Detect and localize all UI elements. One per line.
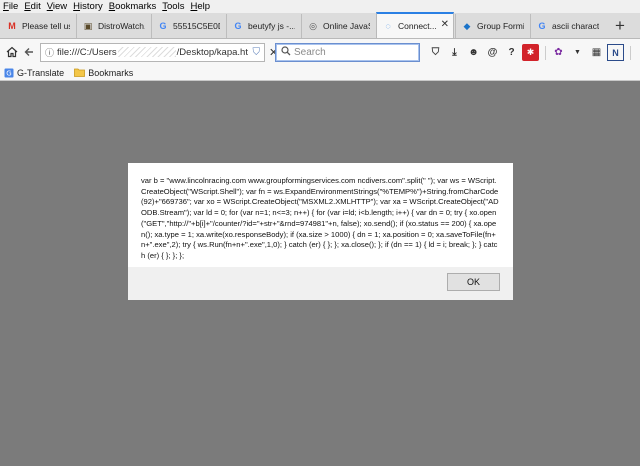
google-icon: G [538, 21, 546, 31]
tab-label: 55515C5E0D... [173, 21, 220, 31]
tab[interactable]: Gbeutyfy js -... [226, 14, 300, 38]
tracking-shield-icon[interactable]: ⛉ [253, 47, 261, 58]
red-extension-icon[interactable]: ✱ [522, 44, 539, 61]
back-icon[interactable] [19, 42, 39, 62]
search-bar[interactable] [275, 43, 420, 62]
alert-body: var b = "www.lincolnracing.com www.group… [128, 163, 513, 267]
pocket-icon[interactable]: ⛉ [427, 44, 444, 61]
tab[interactable]: Gascii charact... [530, 14, 604, 38]
tab[interactable]: G 55515C5E0D... [151, 14, 225, 38]
url-text: file:///C:/Users/Desktop/kapa.ht [57, 47, 248, 58]
google-icon: G [159, 21, 167, 31]
distrowatch-icon: ▣ [83, 20, 93, 31]
google-icon: G [234, 21, 242, 31]
toolbar-icons: ⛉ ⤓ ☻ @ ? ✱ ✿ ▼ ▦ N ≡ [427, 43, 640, 62]
tab[interactable]: M Please tell us... [1, 14, 75, 38]
tab-label: beutyfy js -... [248, 21, 295, 31]
grid-icon[interactable]: ▦ [588, 44, 605, 61]
tab-strip: M Please tell us... ▣ DistroWatch.... G 55515… [0, 12, 640, 39]
loading-icon: ◌ [385, 21, 391, 31]
new-tab-icon[interactable]: + [609, 14, 631, 38]
tab-label: Connect... [398, 21, 437, 31]
bookmark-label: Bookmarks [88, 67, 134, 78]
tab-label: Online JavaS... [323, 21, 370, 31]
menu-item-view[interactable]: View [47, 1, 67, 12]
bookmark-label: G-Translate [17, 67, 65, 78]
website-icon: ◆ [463, 20, 471, 31]
bookmark-item[interactable]: Bookmarks [74, 68, 133, 78]
tab[interactable]: ◆ Group Formi... [455, 14, 529, 38]
menu-item-bookmarks[interactable]: Bookmarks [109, 1, 157, 12]
url-bar[interactable]: ⓘ file:///C:/Users/Desktop/kapa.ht ⛉ [40, 43, 265, 62]
ok-button[interactable]: OK [447, 273, 500, 291]
redacted-username [117, 47, 176, 58]
toolbar-separator [545, 45, 546, 60]
toolbar-separator [630, 45, 631, 60]
navigation-toolbar: ⓘ file:///C:/Users/Desktop/kapa.ht ⛉ ✕ ⛉… [0, 39, 640, 65]
google-translate-icon: G [3, 68, 14, 78]
extension-face-icon[interactable]: ☻ [465, 44, 482, 61]
addon-puzzle-icon[interactable]: ✿ [550, 44, 567, 61]
svg-text:G: G [6, 69, 11, 77]
tab[interactable]: ▣ DistroWatch.... [76, 14, 150, 38]
at-sign-icon[interactable]: @ [484, 44, 501, 61]
hamburger-menu-icon[interactable]: ≡ [635, 44, 640, 61]
tab[interactable]: ◎ Online JavaS... [301, 14, 375, 38]
help-icon[interactable]: ? [503, 44, 520, 61]
download-icon[interactable]: ⤓ [446, 44, 463, 61]
search-icon [281, 46, 291, 59]
menu-item-history[interactable]: History [73, 1, 103, 12]
folder-icon [74, 68, 86, 78]
tab-label: Group Formi... [477, 21, 524, 31]
site-info-icon[interactable]: ⓘ [45, 46, 54, 59]
search-input[interactable] [294, 47, 404, 58]
menu-item-file[interactable]: File [3, 1, 18, 12]
menu-bar: File Edit View History Bookmarks Tools Help [0, 0, 640, 13]
tab-label: DistroWatch.... [98, 21, 145, 31]
gmail-icon: M [8, 21, 16, 31]
alert-dialog: var b = "www.lincolnracing.com www.group… [128, 163, 513, 300]
alert-message: var b = "www.lincolnracing.com www.group… [141, 176, 499, 260]
tab-label: ascii charact... [552, 21, 599, 31]
dropdown-arrow-icon[interactable]: ▼ [569, 44, 586, 61]
tab-label: Please tell us... [22, 21, 70, 31]
close-tab-icon[interactable]: ✕ [441, 19, 449, 30]
bookmark-item[interactable]: G G-Translate [3, 68, 64, 78]
onenote-icon[interactable]: N [607, 44, 624, 61]
menu-item-help[interactable]: Help [190, 1, 210, 12]
tab-active[interactable]: ◌ Connect... ✕ [376, 12, 454, 38]
menu-item-tools[interactable]: Tools [162, 1, 184, 12]
bookmarks-toolbar: G G-Translate Bookmarks [0, 65, 640, 81]
javascript-icon: ◎ [309, 20, 317, 31]
page-content: var b = "www.lincolnracing.com www.group… [0, 81, 640, 466]
menu-item-edit[interactable]: Edit [24, 1, 40, 12]
